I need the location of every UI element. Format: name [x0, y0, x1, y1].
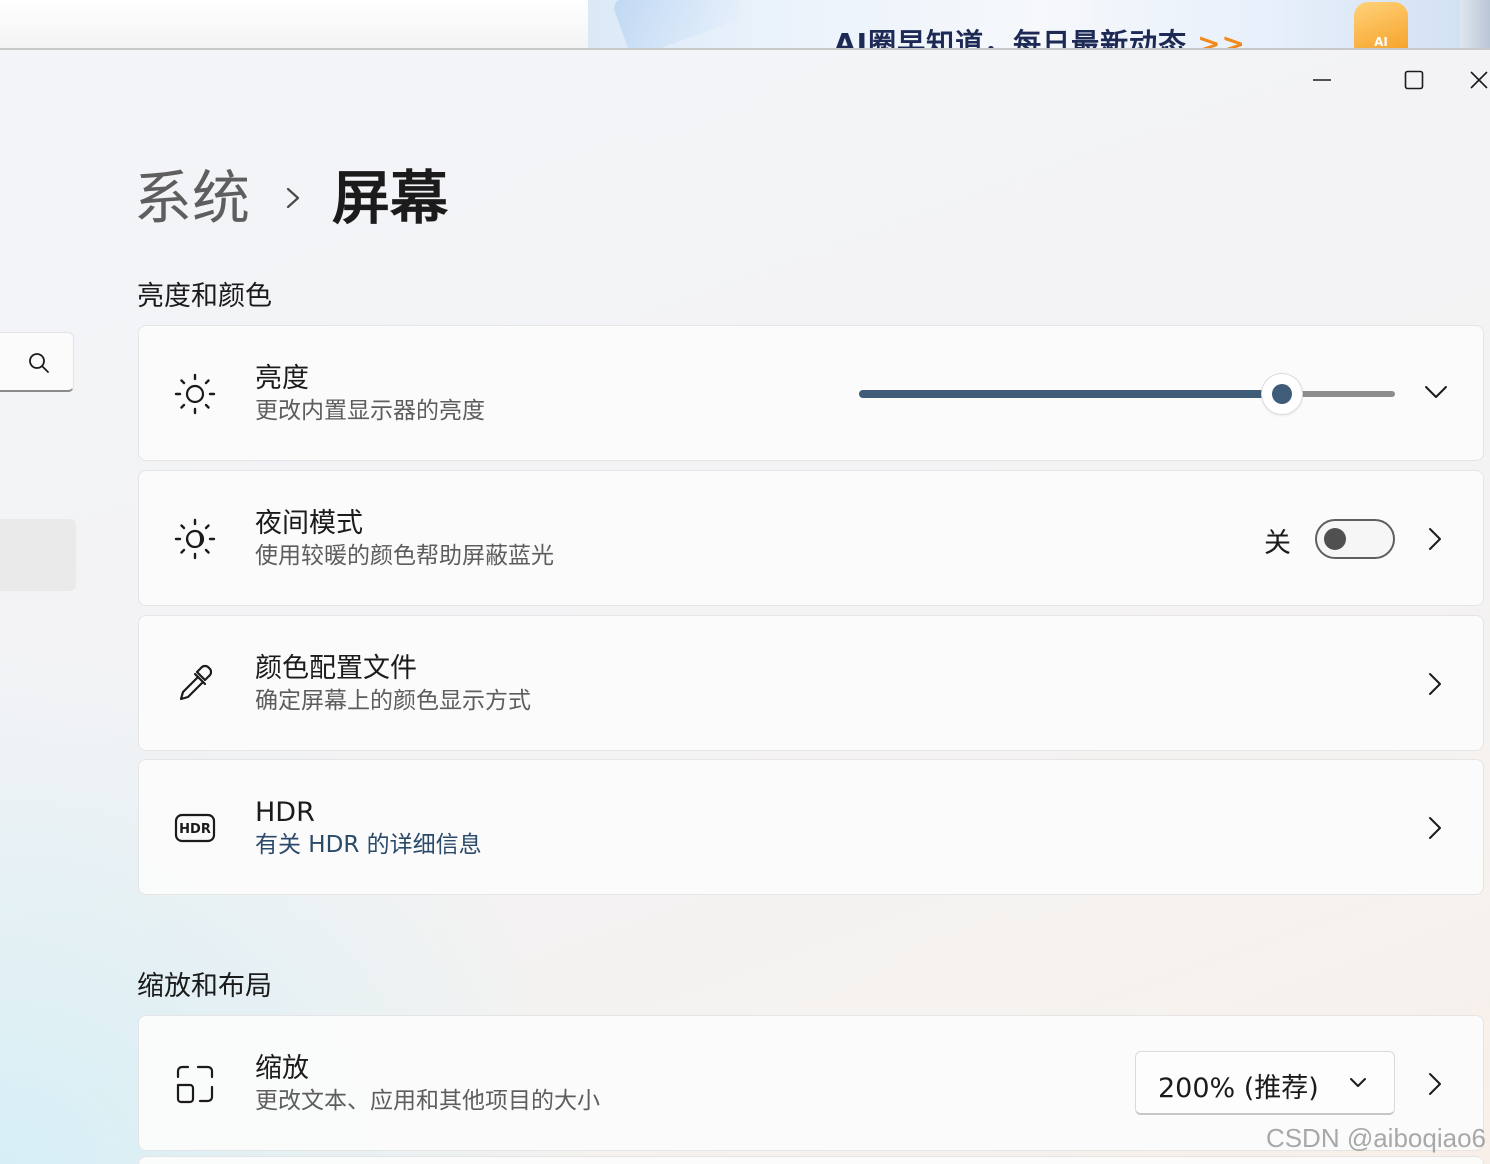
brightness-subtitle: 更改内置显示器的亮度 [255, 398, 485, 424]
chevron-down-icon [1425, 386, 1447, 398]
watermark: CSDN @aiboqiao6 [1265, 1123, 1486, 1153]
hdr-card[interactable]: HDR HDR 有关 HDR 的详细信息 [138, 759, 1484, 895]
chevron-right-icon[interactable] [1423, 1070, 1447, 1098]
sun-icon [173, 372, 217, 416]
scale-subtitle: 更改文本、应用和其他项目的大小 [255, 1088, 600, 1114]
sidebar-item-selected[interactable] [0, 519, 76, 591]
scale-icon [173, 1062, 217, 1106]
close-icon [1470, 71, 1488, 89]
sidebar-search-box[interactable] [0, 332, 74, 392]
eyedropper-icon [173, 662, 217, 706]
banner-arrows: >> [1197, 27, 1247, 48]
night-light-text: 夜间模式 使用较暖的颜色帮助屏蔽蓝光 [255, 507, 554, 571]
maximize-button[interactable] [1368, 62, 1460, 98]
banner-decoration [611, 0, 745, 48]
top-strip: AI圈早知道，每日最新动态 >> AI [0, 0, 1490, 50]
brightness-slider[interactable] [859, 374, 1395, 414]
night-light-title: 夜间模式 [255, 508, 363, 539]
minimize-button[interactable] [1276, 62, 1368, 98]
slider-fill [859, 390, 1282, 398]
page-title: 屏幕 [332, 164, 449, 232]
next-card-partial[interactable] [138, 1156, 1484, 1164]
night-light-toggle[interactable] [1315, 519, 1395, 559]
section-title-brightness-color: 亮度和颜色 [137, 281, 272, 312]
ad-banner[interactable]: AI圈早知道，每日最新动态 >> AI [588, 0, 1490, 48]
window-controls [1276, 62, 1490, 98]
color-profile-text: 颜色配置文件 确定屏幕上的颜色显示方式 [255, 652, 531, 716]
breadcrumb-parent[interactable]: 系统 [134, 162, 250, 234]
banner-headline: AI圈早知道，每日最新动态 [834, 27, 1188, 48]
night-light-card[interactable]: 夜间模式 使用较暖的颜色帮助屏蔽蓝光 关 [138, 470, 1484, 606]
chevron-right-icon[interactable] [1423, 670, 1447, 698]
hdr-icon: HDR [173, 806, 217, 850]
banner-text: AI圈早知道，每日最新动态 >> [834, 22, 1246, 48]
scale-text: 缩放 更改文本、应用和其他项目的大小 [255, 1052, 600, 1116]
maximize-icon [1404, 70, 1424, 90]
chevron-right-icon[interactable] [1423, 814, 1447, 842]
svg-text:HDR: HDR [179, 822, 211, 837]
minimize-icon [1313, 79, 1331, 81]
banner-edge [1460, 0, 1490, 48]
chevron-right-icon[interactable] [1423, 525, 1447, 553]
hdr-title: HDR [255, 797, 315, 828]
brightness-text: 亮度 更改内置显示器的亮度 [255, 362, 485, 426]
section-title-scale-layout: 缩放和布局 [137, 971, 272, 1002]
hdr-text: HDR 有关 HDR 的详细信息 [255, 796, 482, 860]
hdr-subtitle: 有关 HDR 的详细信息 [255, 832, 482, 858]
brightness-card[interactable]: 亮度 更改内置显示器的亮度 [138, 325, 1484, 461]
scale-dropdown[interactable]: 200% (推荐) [1135, 1051, 1395, 1115]
color-profile-subtitle: 确定屏幕上的颜色显示方式 [255, 688, 531, 714]
breadcrumb: 系统 屏幕 [134, 162, 448, 234]
slider-thumb[interactable] [1262, 374, 1302, 414]
night-light-state-label: 关 [1264, 528, 1291, 559]
banner-logo: AI [1354, 2, 1408, 48]
chevron-right-icon [284, 184, 302, 212]
search-icon [29, 353, 49, 373]
scale-dropdown-value: 200% (推荐) [1158, 1073, 1319, 1104]
chevron-down-icon [1350, 1078, 1366, 1087]
settings-window: 系统 屏幕 亮度和颜色 亮度 更改内置显示器的亮度 夜间模式 使用较暖的颜色帮助… [0, 50, 1490, 1164]
scale-title: 缩放 [255, 1053, 309, 1084]
color-profile-title: 颜色配置文件 [255, 653, 417, 684]
close-button[interactable] [1460, 62, 1490, 98]
color-profile-card[interactable]: 颜色配置文件 确定屏幕上的颜色显示方式 [138, 615, 1484, 751]
night-light-subtitle: 使用较暖的颜色帮助屏蔽蓝光 [255, 543, 554, 569]
brightness-title: 亮度 [255, 363, 309, 394]
night-light-icon [173, 517, 217, 561]
toggle-knob [1324, 528, 1346, 550]
expand-button[interactable] [1423, 382, 1449, 406]
